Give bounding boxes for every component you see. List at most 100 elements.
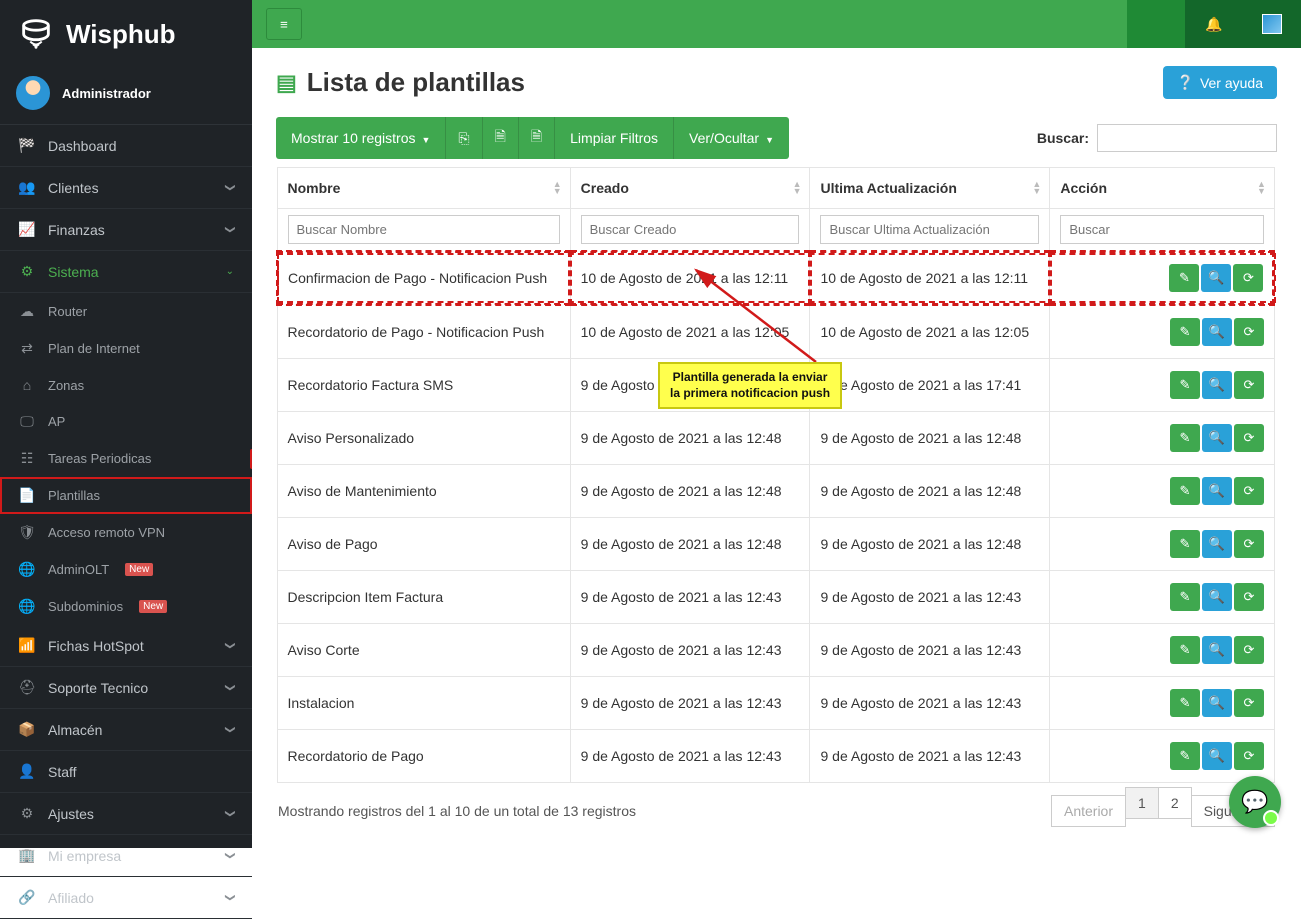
sidebar-item-fichas-hotspot[interactable]: 📶Fichas HotSpot❮ <box>0 625 252 667</box>
cell-updated: 9 de Agosto de 2021 a las 17:41 <box>810 359 1050 412</box>
filter-name-input[interactable] <box>288 215 560 244</box>
clear-filters-button[interactable]: Limpiar Filtros <box>555 117 674 159</box>
cell-created: 9 de Agosto de 2021 a las 12:43 <box>570 571 810 624</box>
view-button[interactable]: 🔍 <box>1202 530 1232 558</box>
filter-action-input[interactable] <box>1060 215 1264 244</box>
sidebar-item-afiliado[interactable]: 🔗Afiliado❮ <box>0 877 252 919</box>
sidebar-item-ap[interactable]: 🖵AP <box>0 403 252 440</box>
export-xls-button[interactable]: 🗎 <box>519 117 555 159</box>
sidebar-item-ajustes[interactable]: ⚙Ajustes❮ <box>0 793 252 835</box>
edit-button[interactable]: ✎ <box>1170 689 1200 717</box>
refresh-button[interactable]: ⟳ <box>1234 636 1264 664</box>
page-title-text: Lista de plantillas <box>307 67 525 98</box>
pager-page-2[interactable]: 2 <box>1158 787 1192 819</box>
edit-button[interactable]: ✎ <box>1170 530 1200 558</box>
table-row[interactable]: Aviso Personalizado9 de Agosto de 2021 a… <box>277 412 1276 465</box>
col-header-created[interactable]: Creado▲▼ <box>570 168 810 209</box>
sidebar-item-label: Mi empresa <box>48 848 121 864</box>
user-block[interactable]: Administrador <box>0 68 252 125</box>
refresh-button[interactable]: ⟳ <box>1233 264 1263 292</box>
topbar: ≡ 🔔 <box>252 0 1301 48</box>
sidebar-item-almac-n[interactable]: 📦Almacén❮ <box>0 709 252 751</box>
refresh-button[interactable]: ⟳ <box>1234 583 1264 611</box>
export-csv-button[interactable]: 🗎 <box>483 117 519 159</box>
sidebar-item-tareas-periodicas[interactable]: ☷Tareas Periodicas1 <box>0 440 252 477</box>
chevron-down-icon: ▼ <box>421 135 430 145</box>
help-button[interactable]: ❔ Ver ayuda <box>1163 66 1278 99</box>
sidebar-item-finanzas[interactable]: 📈Finanzas❮ <box>0 209 252 251</box>
chevron-down-icon: ▼ <box>765 135 774 145</box>
sidebar-item-staff[interactable]: 👤Staff <box>0 751 252 793</box>
gauge-icon: 🏁 <box>18 137 36 154</box>
search-input[interactable] <box>1097 124 1277 152</box>
table-row[interactable]: Descripcion Item Factura9 de Agosto de 2… <box>277 571 1276 624</box>
sidebar-item-adminolt[interactable]: 🌐AdminOLTNew <box>0 551 252 588</box>
view-button[interactable]: 🔍 <box>1202 477 1232 505</box>
sidebar-item-label: Afiliado <box>48 890 94 906</box>
users-icon: 👥 <box>18 179 36 196</box>
view-button[interactable]: 🔍 <box>1202 424 1232 452</box>
edit-button[interactable]: ✎ <box>1170 318 1200 346</box>
edit-button[interactable]: ✎ <box>1170 477 1200 505</box>
toggle-columns-button[interactable]: Ver/Ocultar▼ <box>674 117 789 159</box>
table-row[interactable]: Recordatorio de Pago9 de Agosto de 2021 … <box>277 730 1276 783</box>
sidebar-item-acceso-remoto-vpn[interactable]: 🛡Acceso remoto VPN <box>0 514 252 551</box>
table-row[interactable]: Instalacion9 de Agosto de 2021 a las 12:… <box>277 677 1276 730</box>
sidebar-item-soporte-tecnico[interactable]: ⛑Soporte Tecnico❮ <box>0 667 252 709</box>
filter-created-input[interactable] <box>581 215 800 244</box>
sidebar-item-sistema[interactable]: ⚙Sistema⌄ <box>0 251 252 293</box>
refresh-button[interactable]: ⟳ <box>1234 689 1264 717</box>
sidebar-item-zonas[interactable]: ⌂Zonas <box>0 367 252 403</box>
sidebar-item-router[interactable]: ☁Router <box>0 293 252 330</box>
view-button[interactable]: 🔍 <box>1202 318 1232 346</box>
edit-button[interactable]: ✎ <box>1170 371 1200 399</box>
edit-button[interactable]: ✎ <box>1170 742 1200 770</box>
refresh-button[interactable]: ⟳ <box>1234 530 1264 558</box>
chat-bubble-button[interactable]: 💬 <box>1229 776 1281 828</box>
sidebar-item-mi-empresa[interactable]: 🏢Mi empresa❮ <box>0 835 252 877</box>
edit-button[interactable]: ✎ <box>1170 636 1200 664</box>
notifications-button[interactable]: 🔔 <box>1185 0 1243 48</box>
cell-actions: ✎🔍⟳ <box>1050 251 1275 305</box>
pager-prev[interactable]: Anterior <box>1051 795 1126 827</box>
view-button[interactable]: 🔍 <box>1202 583 1232 611</box>
col-header-name[interactable]: Nombre▲▼ <box>277 168 570 209</box>
sidebar-item-plan-de-internet[interactable]: ⇄Plan de Internet <box>0 330 252 367</box>
cell-actions: ✎🔍⟳ <box>1050 412 1275 465</box>
table-row[interactable]: Aviso de Mantenimiento9 de Agosto de 202… <box>277 465 1276 518</box>
refresh-button[interactable]: ⟳ <box>1234 477 1264 505</box>
filter-updated-input[interactable] <box>820 215 1039 244</box>
refresh-button[interactable]: ⟳ <box>1234 742 1264 770</box>
sidebar-item-clientes[interactable]: 👥Clientes❮ <box>0 167 252 209</box>
refresh-button[interactable]: ⟳ <box>1234 371 1264 399</box>
copy-button[interactable]: ⎘ <box>446 117 482 159</box>
refresh-button[interactable]: ⟳ <box>1234 424 1264 452</box>
show-records-button[interactable]: Mostrar 10 registros▼ <box>276 117 446 159</box>
table-row[interactable]: Confirmacion de Pago - Notificacion Push… <box>277 251 1276 305</box>
col-header-updated[interactable]: Ultima Actualización▲▼ <box>810 168 1050 209</box>
view-button[interactable]: 🔍 <box>1202 742 1232 770</box>
view-button[interactable]: 🔍 <box>1202 689 1232 717</box>
sidebar-item-plantillas[interactable]: 📄Plantillas <box>0 477 252 514</box>
profile-button[interactable] <box>1243 0 1301 48</box>
pager-page-1[interactable]: 1 <box>1125 787 1159 819</box>
col-header-action[interactable]: Acción▲▼ <box>1050 168 1275 209</box>
cell-actions: ✎🔍⟳ <box>1050 624 1275 677</box>
table-row[interactable]: Aviso Corte9 de Agosto de 2021 a las 12:… <box>277 624 1276 677</box>
refresh-button[interactable]: ⟳ <box>1234 318 1264 346</box>
view-button[interactable]: 🔍 <box>1201 264 1231 292</box>
table-row[interactable]: Recordatorio de Pago - Notificacion Push… <box>277 305 1276 359</box>
edit-button[interactable]: ✎ <box>1170 424 1200 452</box>
edit-button[interactable]: ✎ <box>1169 264 1199 292</box>
table-row[interactable]: Aviso de Pago9 de Agosto de 2021 a las 1… <box>277 518 1276 571</box>
sidebar-item-dashboard[interactable]: 🏁Dashboard <box>0 125 252 167</box>
hamburger-button[interactable]: ≡ <box>266 8 302 40</box>
sidebar-item-label: Acceso remoto VPN <box>48 525 165 540</box>
topbar-spacer <box>1127 0 1185 48</box>
table-info: Mostrando registros del 1 al 10 de un to… <box>278 803 636 819</box>
view-button[interactable]: 🔍 <box>1202 636 1232 664</box>
sidebar-item-subdominios[interactable]: 🌐SubdominiosNew <box>0 588 252 625</box>
view-button[interactable]: 🔍 <box>1202 371 1232 399</box>
new-badge: New <box>139 600 167 613</box>
edit-button[interactable]: ✎ <box>1170 583 1200 611</box>
